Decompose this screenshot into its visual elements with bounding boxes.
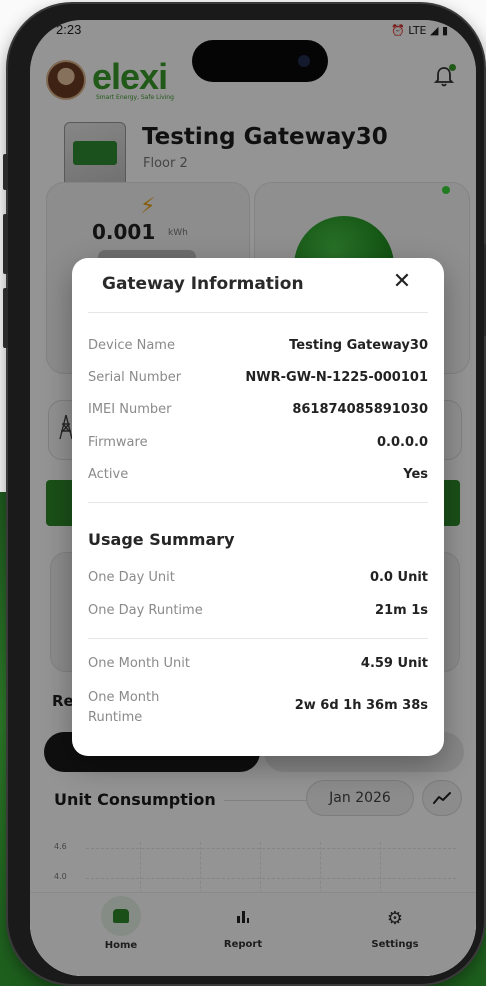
modal-title: Gateway Information: [102, 274, 304, 294]
info-label: Active: [88, 467, 129, 482]
info-row-device-name: Device Name Testing Gateway30: [88, 338, 428, 358]
modal-divider: [88, 312, 428, 313]
info-row-one-day-runtime: One Day Runtime 21m 1s: [88, 603, 428, 623]
volume-up-button: [3, 214, 8, 274]
camera-icon: [298, 55, 310, 67]
info-value: NWR-GW-N-1225-000101: [245, 370, 428, 385]
phone-screen: 2:23 ⏰ LTE ◢ ▮ elexi Smart Energy, Safe …: [30, 20, 476, 976]
info-row-one-month-unit: One Month Unit 4.59 Unit: [88, 656, 428, 676]
info-label: Serial Number: [88, 370, 182, 385]
info-row-firmware: Firmware 0.0.0.0: [88, 435, 428, 455]
info-row-imei-number: IMEI Number 861874085891030: [88, 402, 428, 422]
info-value: Yes: [403, 467, 428, 482]
info-value: 4.59 Unit: [360, 656, 428, 671]
action-button: [3, 154, 8, 190]
info-value: 0.0 Unit: [369, 570, 428, 585]
volume-down-button: [3, 288, 8, 348]
info-value: 21m 1s: [375, 603, 428, 618]
info-value: 0.0.0.0: [377, 435, 428, 450]
info-value: Testing Gateway30: [289, 338, 428, 353]
phone-frame: 2:23 ⏰ LTE ◢ ▮ elexi Smart Energy, Safe …: [3, 4, 486, 984]
info-row-serial-number: Serial Number NWR-GW-N-1225-000101: [88, 370, 428, 390]
close-icon[interactable]: ✕: [390, 270, 414, 294]
modal-divider: [88, 502, 428, 503]
usage-summary-title: Usage Summary: [88, 530, 235, 549]
info-row-active: Active Yes: [88, 467, 428, 487]
info-row-one-month-runtime: One Month Runtime 2w 6d 1h 36m 38s: [88, 690, 428, 725]
info-label: One Month Unit: [88, 656, 190, 671]
info-label: IMEI Number: [88, 402, 172, 417]
info-value: 2w 6d 1h 36m 38s: [294, 698, 428, 713]
info-row-one-day-unit: One Day Unit 0.0 Unit: [88, 570, 428, 590]
modal-divider: [88, 638, 428, 639]
gateway-info-modal: Gateway Information ✕ Device Name Testin…: [72, 258, 444, 756]
info-value: 861874085891030: [292, 402, 428, 417]
dynamic-island: [192, 40, 328, 82]
info-label: Firmware: [88, 435, 148, 450]
info-label: One Month Runtime: [88, 690, 160, 725]
info-label: One Day Unit: [88, 570, 175, 585]
info-label: Device Name: [88, 338, 175, 353]
info-label: One Day Runtime: [88, 603, 203, 618]
